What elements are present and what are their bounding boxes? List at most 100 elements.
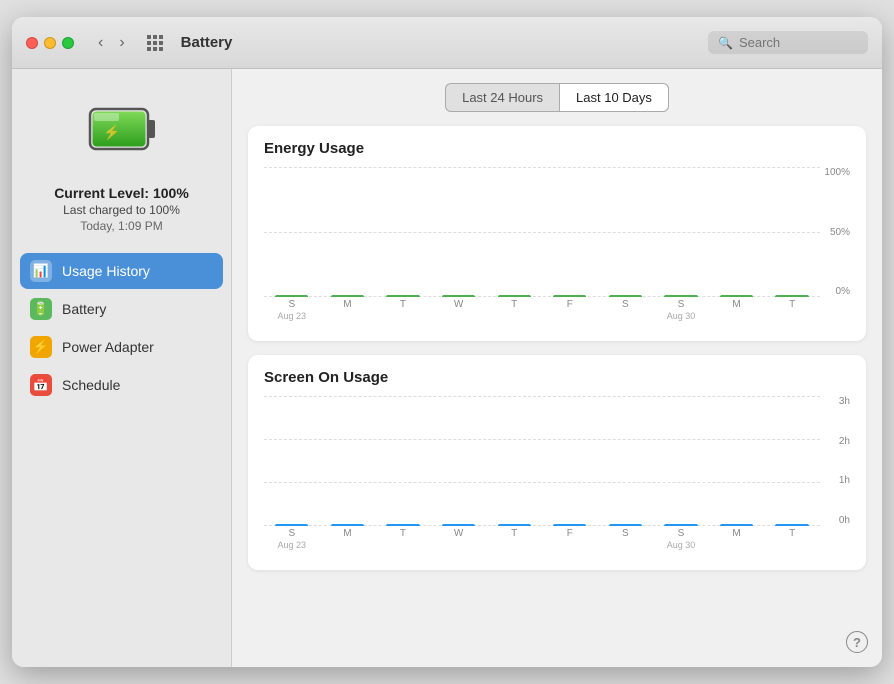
x-day-label: T — [789, 299, 795, 311]
minimize-button[interactable] — [44, 37, 56, 49]
screen-chart-title: Screen On Usage — [264, 369, 850, 386]
x-date-label: Aug 23 — [278, 311, 307, 322]
traffic-lights — [26, 37, 74, 49]
sidebar-nav: 📊 Usage History 🔋 Battery ⚡ Power Adapte… — [12, 253, 231, 403]
screen-x-labels: SAug 23MTWTFSSAug 30MT — [264, 526, 820, 556]
grid-dot — [147, 35, 151, 39]
grid-dot — [153, 35, 157, 39]
energy-chart-title: Energy Usage — [264, 140, 850, 157]
x-day-label: T — [789, 528, 795, 540]
battery-icon: 🔋 — [30, 298, 52, 320]
y-label-1h: 1h — [839, 475, 850, 486]
x-day-label: S — [678, 528, 685, 540]
sidebar-item-power-adapter[interactable]: ⚡ Power Adapter — [20, 329, 223, 365]
energy-chart-area: 100% 50% 0% SAug 23MTWTFSSAug 30MT — [264, 167, 850, 327]
tab-bar: Last 24 Hours Last 10 Days — [248, 83, 866, 112]
x-label-group: M — [709, 297, 765, 327]
battery-time-text: Today, 1:09 PM — [54, 219, 189, 233]
battery-graphic: ⚡ — [82, 89, 162, 169]
x-day-label: W — [454, 299, 463, 311]
energy-y-labels: 100% 50% 0% — [824, 167, 850, 297]
window-title: Battery — [181, 34, 698, 51]
sidebar-item-label-schedule: Schedule — [62, 377, 120, 393]
x-day-label: W — [454, 528, 463, 540]
x-day-label: S — [678, 299, 685, 311]
x-day-label: S — [622, 299, 629, 311]
x-label-group: SAug 30 — [653, 526, 709, 556]
x-label-group: T — [764, 526, 820, 556]
x-day-label: T — [400, 528, 406, 540]
x-label-group: SAug 23 — [264, 297, 320, 327]
x-label-group: T — [486, 526, 542, 556]
x-label-group: M — [320, 297, 376, 327]
x-label-group: W — [431, 526, 487, 556]
sidebar-item-schedule[interactable]: 📅 Schedule — [20, 367, 223, 403]
x-label-group: T — [375, 297, 431, 327]
nav-buttons: ‹ › — [92, 32, 131, 54]
x-label-group: S — [598, 297, 654, 327]
tab-last-24-hours[interactable]: Last 24 Hours — [445, 83, 560, 112]
x-day-label: T — [511, 299, 517, 311]
battery-icon-wrapper: ⚡ — [82, 89, 162, 169]
x-label-group: M — [709, 526, 765, 556]
battery-charged-text: Last charged to 100% — [54, 203, 189, 217]
x-date-label: Aug 23 — [278, 540, 307, 551]
x-label-group: T — [486, 297, 542, 327]
y-label-0h: 0h — [839, 515, 850, 526]
grid-dot — [147, 41, 151, 45]
titlebar: ‹ › Battery 🔍 — [12, 17, 882, 69]
main-panel-wrapper: Last 24 Hours Last 10 Days Energy Usage — [232, 69, 882, 667]
x-label-group: W — [431, 297, 487, 327]
x-label-group: M — [320, 526, 376, 556]
energy-x-labels: SAug 23MTWTFSSAug 30MT — [264, 297, 820, 327]
x-day-label: S — [622, 528, 629, 540]
screen-usage-card: Screen On Usage 3h 2h — [248, 355, 866, 570]
x-day-label: F — [567, 528, 573, 540]
y-label-50: 50% — [830, 227, 850, 238]
x-day-label: T — [400, 299, 406, 311]
x-label-group: F — [542, 526, 598, 556]
x-day-label: S — [288, 528, 295, 540]
y-label-0: 0% — [836, 286, 850, 297]
sidebar-item-battery[interactable]: 🔋 Battery — [20, 291, 223, 327]
grid-dot — [153, 47, 157, 51]
maximize-button[interactable] — [62, 37, 74, 49]
schedule-icon: 📅 — [30, 374, 52, 396]
battery-info: Current Level: 100% Last charged to 100%… — [54, 185, 189, 233]
sidebar: ⚡ Current Level: 100% Last charged to 10… — [12, 69, 232, 667]
main-panel: Last 24 Hours Last 10 Days Energy Usage — [232, 69, 882, 667]
search-input[interactable] — [739, 35, 858, 50]
x-label-group: T — [375, 526, 431, 556]
x-label-group: T — [764, 297, 820, 327]
grid-icon[interactable] — [147, 35, 163, 51]
x-day-label: F — [567, 299, 573, 311]
search-bar[interactable]: 🔍 — [708, 31, 868, 54]
help-button[interactable]: ? — [846, 631, 868, 653]
x-label-group: F — [542, 297, 598, 327]
screen-y-labels: 3h 2h 1h 0h — [839, 396, 850, 526]
search-icon: 🔍 — [718, 36, 733, 50]
main-window: ‹ › Battery 🔍 — [12, 17, 882, 667]
y-label-100: 100% — [824, 167, 850, 178]
x-day-label: M — [732, 528, 740, 540]
x-day-label: M — [732, 299, 740, 311]
close-button[interactable] — [26, 37, 38, 49]
x-day-label: M — [343, 299, 351, 311]
grid-dot — [159, 47, 163, 51]
x-label-group: S — [598, 526, 654, 556]
x-label-group: SAug 30 — [653, 297, 709, 327]
battery-level-text: Current Level: 100% — [54, 185, 189, 201]
tab-last-10-days[interactable]: Last 10 Days — [560, 83, 669, 112]
energy-usage-card: Energy Usage 100% 50% 0% — [248, 126, 866, 341]
sidebar-item-usage-history[interactable]: 📊 Usage History — [20, 253, 223, 289]
screen-chart-area: 3h 2h 1h 0h SAug 23MTWTFSSAug 30MT — [264, 396, 850, 556]
back-button[interactable]: ‹ — [92, 32, 109, 54]
x-label-group: SAug 23 — [264, 526, 320, 556]
energy-bars — [264, 167, 820, 297]
forward-button[interactable]: › — [113, 32, 130, 54]
usage-history-icon: 📊 — [30, 260, 52, 282]
svg-text:⚡: ⚡ — [103, 124, 120, 141]
x-date-label: Aug 30 — [667, 540, 696, 551]
power-adapter-icon: ⚡ — [30, 336, 52, 358]
sidebar-item-label-battery: Battery — [62, 301, 106, 317]
